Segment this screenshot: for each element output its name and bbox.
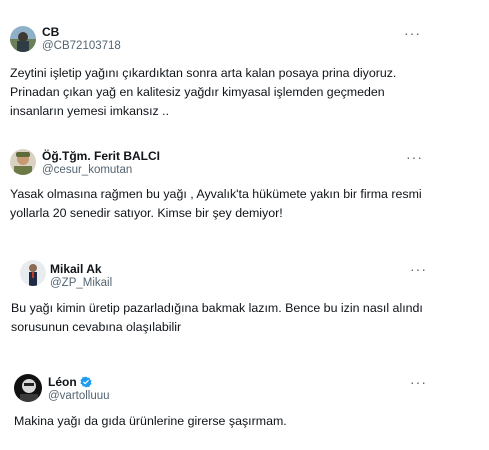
author-handle[interactable]: @CB72103718 (42, 40, 121, 52)
tweet-card[interactable]: Mikail Ak @ZP_Mikail ··· Bu yağı kimin ü… (10, 248, 440, 348)
dark-portrait-avatar-icon[interactable] (14, 374, 42, 402)
landscape-avatar-icon[interactable] (10, 26, 36, 52)
person-avatar-icon[interactable] (20, 260, 46, 286)
tweet-card[interactable]: Léon @vartolluuu ··· Makina yağı da gıda… (0, 358, 440, 448)
tweet-text: Yasak olmasına rağmen bu yağı , Ayvalık'… (10, 187, 422, 220)
author-name[interactable]: Mikail Ak (50, 262, 102, 276)
soldier-avatar-icon[interactable] (10, 149, 36, 175)
author-handle[interactable]: @vartolluuu (48, 390, 110, 402)
author-handle[interactable]: @cesur_komutan (42, 164, 132, 176)
tweet-card[interactable]: CB @CB72103718 ··· Zeytini işletip yağın… (0, 8, 432, 118)
author-name[interactable]: Öğ.Tğm. Ferit BALCI (42, 149, 160, 163)
more-options-icon[interactable]: ··· (404, 26, 421, 40)
tweet-text: Bu yağı kimin üretip pazarladığına bakma… (11, 301, 423, 334)
author-name[interactable]: CB (42, 25, 59, 39)
tweet-text: Makina yağı da gıda ürünlerine girerse ş… (14, 414, 287, 428)
tweet-card[interactable]: Öğ.Tğm. Ferit BALCI @cesur_komutan ··· Y… (0, 133, 440, 233)
verified-badge-icon (80, 376, 92, 391)
tweet-text: Zeytini işletip yağını çıkardıktan sonra… (10, 66, 397, 118)
author-handle[interactable]: @ZP_Mikail (50, 277, 112, 289)
author-name[interactable]: Léon (48, 375, 92, 391)
more-options-icon[interactable]: ··· (406, 150, 423, 164)
more-options-icon[interactable]: ··· (410, 375, 427, 389)
more-options-icon[interactable]: ··· (410, 262, 427, 276)
